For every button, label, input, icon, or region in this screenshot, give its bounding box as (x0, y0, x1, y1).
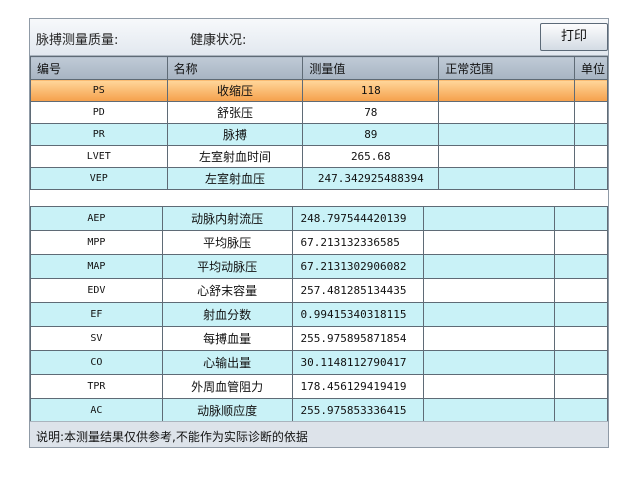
row-unit (554, 206, 608, 231)
table-row[interactable]: PS 收缩压 118 (30, 79, 608, 102)
column-header-unit[interactable]: 单位 (573, 56, 608, 80)
row-code: SV (30, 326, 163, 351)
row-unit (554, 374, 608, 399)
row-code: LVET (30, 145, 168, 168)
row-range (438, 167, 575, 190)
table-row[interactable]: PD 舒张压 78 (30, 101, 608, 124)
row-range (423, 350, 556, 375)
table-row[interactable]: MAP 平均动脉压 67.2131302906082 (30, 254, 608, 279)
row-value: 255.975895871854 (291, 326, 425, 351)
row-range (423, 326, 556, 351)
row-value: 67.2131302906082 (291, 254, 425, 279)
column-header-code[interactable]: 编号 (30, 56, 168, 80)
row-unit (554, 230, 608, 255)
row-name: 舒张压 (166, 101, 304, 124)
row-value: 265.68 (302, 145, 440, 168)
disclaimer-text: 说明:本测量结果仅供参考,不能作为实际诊断的依据 (36, 430, 308, 444)
status-footer: 说明:本测量结果仅供参考,不能作为实际诊断的依据 (30, 421, 608, 447)
row-range (423, 254, 556, 279)
row-unit (554, 326, 608, 351)
row-code: EF (30, 302, 163, 327)
row-name: 收缩压 (166, 79, 304, 102)
row-value: 78 (302, 101, 440, 124)
top-toolbar: 脉搏测量质量: 健康状况: 打印 (30, 19, 608, 56)
table-row[interactable]: EF 射血分数 0.99415340318115 (30, 302, 608, 327)
row-name: 外周血管阻力 (161, 374, 293, 399)
row-name: 射血分数 (161, 302, 293, 327)
row-name: 平均动脉压 (161, 254, 293, 279)
row-range (423, 302, 556, 327)
results-table-upper: 编号 名称 测量值 正常范围 单位 PS 收缩压 118 PD 舒张压 78 P… (30, 56, 608, 190)
row-value: 118 (302, 79, 440, 102)
row-value: 0.99415340318115 (291, 302, 425, 327)
row-unit (554, 278, 608, 303)
row-name: 脉搏 (166, 123, 304, 146)
row-value: 255.975853336415 (291, 398, 425, 423)
row-code: CO (30, 350, 163, 375)
row-code: MAP (30, 254, 163, 279)
row-value: 257.481285134435 (291, 278, 425, 303)
row-value: 89 (302, 123, 440, 146)
row-value: 67.213132336585 (291, 230, 425, 255)
row-name: 心输出量 (161, 350, 293, 375)
row-value: 247.342925488394 (302, 167, 440, 190)
row-code: AC (30, 398, 163, 423)
row-range (438, 79, 575, 102)
results-table-lower: AEP 动脉内射流压 248.797544420139 MPP 平均脉压 67.… (30, 206, 608, 423)
row-code: VEP (30, 167, 168, 190)
column-header-name[interactable]: 名称 (166, 56, 304, 80)
table-row[interactable]: AEP 动脉内射流压 248.797544420139 (30, 206, 608, 231)
table-row[interactable]: SV 每搏血量 255.975895871854 (30, 326, 608, 351)
table-row[interactable]: LVET 左室射血时间 265.68 (30, 145, 608, 168)
table-row[interactable]: CO 心输出量 30.1148112790417 (30, 350, 608, 375)
table-row[interactable]: TPR 外周血管阻力 178.456129419419 (30, 374, 608, 399)
row-name: 心舒末容量 (161, 278, 293, 303)
row-unit (554, 350, 608, 375)
row-range (423, 206, 556, 231)
row-range (423, 398, 556, 423)
row-name: 动脉顺应度 (161, 398, 293, 423)
row-name: 动脉内射流压 (161, 206, 293, 231)
table-row[interactable]: PR 脉搏 89 (30, 123, 608, 146)
row-unit (573, 123, 608, 146)
table-row[interactable]: MPP 平均脉压 67.213132336585 (30, 230, 608, 255)
row-range (438, 145, 575, 168)
row-code: EDV (30, 278, 163, 303)
row-unit (573, 79, 608, 102)
measurement-window: 脉搏测量质量: 健康状况: 打印 编号 名称 测量值 正常范围 单位 PS 收缩… (29, 18, 609, 448)
row-range (423, 230, 556, 255)
row-unit (554, 302, 608, 327)
row-unit (554, 398, 608, 423)
row-name: 左室射血时间 (166, 145, 304, 168)
row-range (423, 374, 556, 399)
row-value: 30.1148112790417 (291, 350, 425, 375)
row-unit (554, 254, 608, 279)
print-button[interactable]: 打印 (540, 23, 608, 51)
row-code: PR (30, 123, 168, 146)
row-range (438, 101, 575, 124)
column-header-value[interactable]: 测量值 (302, 56, 440, 80)
row-code: AEP (30, 206, 163, 231)
row-unit (573, 167, 608, 190)
table-row[interactable]: AC 动脉顺应度 255.975853336415 (30, 398, 608, 423)
row-value: 248.797544420139 (291, 206, 425, 231)
row-name: 平均脉压 (161, 230, 293, 255)
row-name: 左室射血压 (166, 167, 304, 190)
row-code: TPR (30, 374, 163, 399)
row-range (438, 123, 575, 146)
row-code: PS (30, 79, 168, 102)
health-status-label: 健康状况: (190, 33, 247, 48)
row-code: PD (30, 101, 168, 124)
table-header-row: 编号 名称 测量值 正常范围 单位 (30, 56, 608, 80)
row-unit (573, 101, 608, 124)
table-row[interactable]: EDV 心舒末容量 257.481285134435 (30, 278, 608, 303)
row-name: 每搏血量 (161, 326, 293, 351)
row-code: MPP (30, 230, 163, 255)
column-header-range[interactable]: 正常范围 (438, 56, 575, 80)
pulse-quality-label: 脉搏测量质量: (36, 33, 119, 48)
row-unit (573, 145, 608, 168)
row-range (423, 278, 556, 303)
table-row[interactable]: VEP 左室射血压 247.342925488394 (30, 167, 608, 190)
row-value: 178.456129419419 (291, 374, 425, 399)
